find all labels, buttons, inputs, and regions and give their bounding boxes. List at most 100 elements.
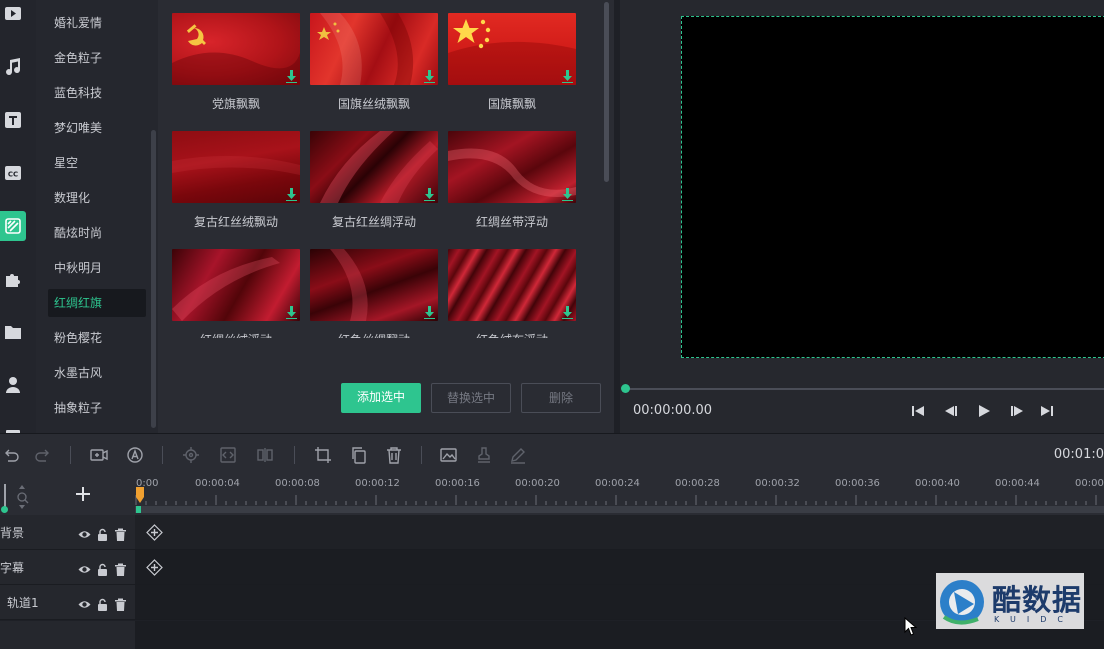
ruler-tick-label: 00:00:16 <box>435 478 480 489</box>
preview-timecode: 00:00:00.00 <box>633 403 713 418</box>
redo-icon[interactable] <box>34 446 52 464</box>
screenshot-icon[interactable] <box>440 446 458 464</box>
play-icon[interactable] <box>977 403 991 417</box>
resource-label: 国旗丝绒飘飘 <box>337 97 410 111</box>
resource-thumbnail[interactable] <box>172 249 300 321</box>
replace-selected-button[interactable]: 替换选中 <box>431 383 511 413</box>
copy-icon[interactable] <box>350 446 368 464</box>
edit-toolbar: 00:01:0 <box>0 433 1104 475</box>
folder-icon[interactable] <box>0 317 26 347</box>
undo-icon[interactable] <box>2 446 20 464</box>
download-icon[interactable] <box>285 306 298 319</box>
download-icon[interactable] <box>423 306 436 319</box>
track-header-background: 背景 <box>0 515 135 550</box>
category-item[interactable]: 水墨古风 <box>48 359 146 387</box>
watermark-text: 酷数据 <box>992 583 1083 617</box>
split-icon[interactable] <box>219 446 237 464</box>
lock-icon[interactable] <box>96 596 109 611</box>
step-back-icon[interactable] <box>944 403 958 417</box>
category-item[interactable]: 梦幻唯美 <box>48 114 146 142</box>
watermark-subtext: KUIDC <box>994 615 1074 624</box>
download-icon[interactable] <box>285 70 298 83</box>
toolbar-divider <box>162 446 163 464</box>
trash-icon[interactable] <box>114 526 127 541</box>
ruler-tick-label: 00:00:32 <box>755 478 800 489</box>
resource-thumbnail[interactable] <box>448 131 576 203</box>
track-header-1: 轨道1 <box>0 585 135 620</box>
download-icon[interactable] <box>561 306 574 319</box>
resource-label: 国旗飘飘 <box>487 97 536 111</box>
preview-canvas[interactable] <box>681 16 1104 358</box>
preview-progress-track[interactable] <box>625 388 1104 390</box>
category-item[interactable]: 星空 <box>48 149 146 177</box>
category-item-selected[interactable]: 红绸红旗 <box>48 289 146 317</box>
trash-icon[interactable] <box>114 596 127 611</box>
category-item[interactable]: 酷炫时尚 <box>48 219 146 247</box>
resource-scrollbar[interactable] <box>604 2 609 182</box>
lock-icon[interactable] <box>96 526 109 541</box>
resource-thumbnail[interactable] <box>310 249 438 321</box>
lock-icon[interactable] <box>96 561 109 576</box>
download-icon[interactable] <box>423 188 436 201</box>
preview-panel: 00:00:00.00 <box>620 0 1104 433</box>
music-icon[interactable] <box>0 52 26 82</box>
category-item[interactable]: 蓝色科技 <box>48 79 146 107</box>
category-item[interactable]: 粉色樱花 <box>48 324 146 352</box>
add-clip-icon[interactable] <box>146 524 163 541</box>
eye-icon[interactable] <box>78 561 91 574</box>
ruler-scrub-bar[interactable] <box>135 506 1104 513</box>
watermark-logo: 酷数据 KUIDC <box>936 573 1084 629</box>
subtitle-icon[interactable]: CC <box>0 158 26 188</box>
auto-icon[interactable] <box>126 446 144 464</box>
add-track-icon[interactable] <box>74 485 92 503</box>
resource-thumbnail[interactable] <box>310 13 438 85</box>
locate-icon[interactable] <box>182 446 200 464</box>
person-icon[interactable] <box>0 370 26 400</box>
resource-thumbnail[interactable] <box>172 131 300 203</box>
resource-label: 党旗飘飘 <box>211 97 260 111</box>
download-icon[interactable] <box>423 70 436 83</box>
add-clip-icon[interactable] <box>146 559 163 576</box>
download-icon[interactable] <box>561 188 574 201</box>
category-scrollbar[interactable] <box>151 130 156 428</box>
skip-start-icon[interactable] <box>911 403 925 417</box>
video-editor-window: CC 婚礼爱情 金色粒子 蓝色科技 梦幻唯美 星空 数理化 酷炫时尚 中秋明月 … <box>0 0 1104 649</box>
add-selected-button[interactable]: 添加选中 <box>341 383 421 413</box>
zoom-slider-handle[interactable] <box>1 506 8 513</box>
track-background[interactable] <box>135 515 1104 550</box>
edit-icon[interactable] <box>509 446 527 464</box>
resource-thumbnail[interactable] <box>310 131 438 203</box>
step-forward-icon[interactable] <box>1010 403 1024 417</box>
download-icon[interactable] <box>285 188 298 201</box>
resource-thumbnail[interactable] <box>172 13 300 85</box>
effects-icon[interactable] <box>0 211 26 241</box>
delete-button[interactable]: 删除 <box>521 383 601 413</box>
category-item[interactable]: 中秋明月 <box>48 254 146 282</box>
zoom-icon <box>17 485 29 509</box>
media-icon[interactable] <box>0 0 26 30</box>
resource-thumbnail[interactable] <box>448 13 576 85</box>
playhead-marker[interactable] <box>136 487 144 503</box>
eye-icon[interactable] <box>78 596 91 609</box>
record-icon[interactable] <box>90 446 108 464</box>
text-icon[interactable] <box>0 105 26 135</box>
eye-icon[interactable] <box>78 526 91 539</box>
resource-thumbnail[interactable] <box>448 249 576 321</box>
category-item[interactable]: 婚礼爱情 <box>48 9 146 37</box>
timeline-ruler[interactable]: 0:00 00:00:04 00:00:08 00:00:12 00:00:16… <box>135 475 1104 515</box>
trash-icon[interactable] <box>385 446 403 464</box>
stamp-icon[interactable] <box>475 446 493 464</box>
download-icon[interactable] <box>561 70 574 83</box>
category-item[interactable]: 金色粒子 <box>48 44 146 72</box>
category-list: 婚礼爱情 金色粒子 蓝色科技 梦幻唯美 星空 数理化 酷炫时尚 中秋明月 红绸红… <box>36 0 158 433</box>
skip-end-icon[interactable] <box>1040 403 1054 417</box>
mirror-icon[interactable] <box>256 446 274 464</box>
resource-grid: 党旗飘飘 国旗丝绒飘飘 国旗飘飘 复古红丝绒飘动 复古红丝绸浮动 红绸丝带浮动 <box>158 0 614 433</box>
category-item[interactable]: 数理化 <box>48 184 146 212</box>
plugin-icon[interactable] <box>0 264 26 294</box>
trash-icon[interactable] <box>114 561 127 576</box>
track-header-empty <box>0 621 135 649</box>
crop-icon[interactable] <box>314 446 332 464</box>
category-item[interactable]: 抽象粒子 <box>48 394 146 422</box>
preview-progress-handle[interactable] <box>621 384 630 393</box>
